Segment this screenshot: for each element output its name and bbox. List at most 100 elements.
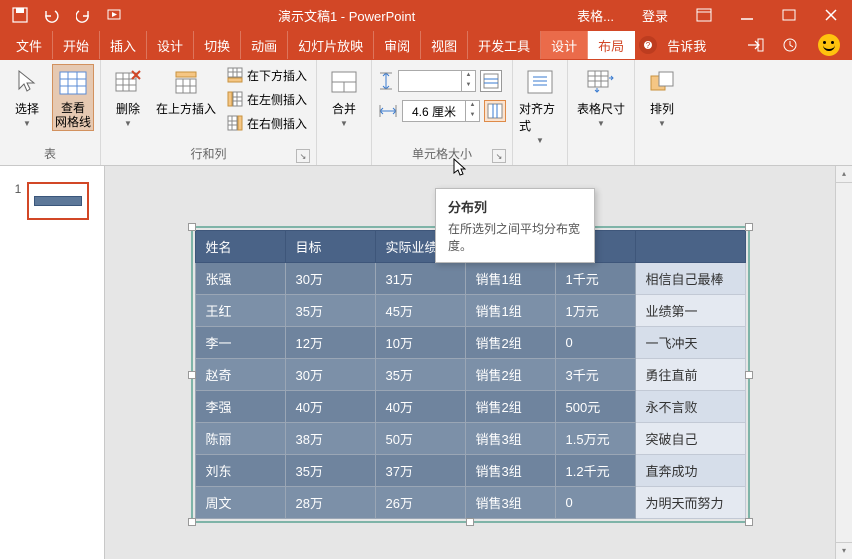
row-height-spinner[interactable]: ▲▼ [398,70,476,92]
table-cell[interactable]: 一飞冲天 [635,327,745,359]
table-row[interactable]: 陈丽38万50万销售3组1.5万元突破自己 [195,423,745,455]
table-row[interactable]: 张强30万31万销售1组1千元相信自己最棒 [195,263,745,295]
table-cell[interactable]: 40万 [285,391,375,423]
table-cell[interactable]: 王红 [195,295,285,327]
table-selection[interactable]: 姓名 目标 实际业绩 所属小组 张强30万31万销售1组1千元相信自己最棒王红3… [191,226,750,523]
login-button[interactable]: 登录 [628,0,682,30]
feedback-icon[interactable] [818,34,840,56]
table-cell[interactable]: 35万 [375,359,465,391]
distribute-columns-button[interactable] [484,100,506,122]
table-cell[interactable]: 张强 [195,263,285,295]
spinner-down[interactable]: ▼ [462,81,475,91]
table-row[interactable]: 赵奇30万35万销售2组3千元勇往直前 [195,359,745,391]
tab-view[interactable]: 视图 [421,31,468,59]
merge-button[interactable]: 合并 ▼ [323,64,365,128]
table-row[interactable]: 周文28万26万销售3组0为明天而努力 [195,487,745,519]
table-cell[interactable]: 12万 [285,327,375,359]
table-cell[interactable]: 勇往直前 [635,359,745,391]
insert-below-button[interactable]: 在下方插入 [223,64,310,86]
maximize-button[interactable] [768,0,810,30]
table-cell[interactable]: 赵奇 [195,359,285,391]
table-cell[interactable]: 相信自己最棒 [635,263,745,295]
cell-size-launcher[interactable]: ↘ [492,149,506,163]
start-from-beginning-button[interactable] [102,3,130,27]
select-button[interactable]: 选择 ▼ [6,64,48,128]
tab-animation[interactable]: 动画 [241,31,288,59]
table-cell[interactable]: 陈丽 [195,423,285,455]
vertical-scrollbar[interactable]: ▴ ▾ [835,166,852,559]
tab-developer[interactable]: 开发工具 [468,31,541,59]
table-cell[interactable]: 直奔成功 [635,455,745,487]
tab-transition[interactable]: 切换 [194,31,241,59]
table-cell[interactable]: 突破自己 [635,423,745,455]
insert-left-button[interactable]: 在左侧插入 [223,88,310,110]
table-cell[interactable]: 销售2组 [465,359,555,391]
ribbon-display-options[interactable] [682,0,726,30]
table-cell[interactable]: 35万 [285,295,375,327]
table-cell[interactable]: 销售3组 [465,487,555,519]
table-cell[interactable]: 1.2千元 [555,455,635,487]
tab-review[interactable]: 审阅 [374,31,421,59]
table-row[interactable]: 王红35万45万销售1组1万元业绩第一 [195,295,745,327]
table-cell[interactable]: 1.5万元 [555,423,635,455]
table-cell[interactable]: 500元 [555,391,635,423]
table-header[interactable]: 目标 [285,231,375,263]
view-gridlines-button[interactable]: 查看 网格线 [52,64,94,131]
table-cell[interactable]: 28万 [285,487,375,519]
table-cell[interactable]: 李强 [195,391,285,423]
table-cell[interactable]: 销售3组 [465,423,555,455]
table-cell[interactable]: 销售2组 [465,391,555,423]
slide-thumbnail[interactable]: 1 [15,182,90,220]
alignment-button[interactable]: 对齐方式 ▼ [519,64,561,145]
table-cell[interactable]: 销售1组 [465,263,555,295]
table-cell[interactable]: 30万 [285,359,375,391]
distribute-rows-button[interactable] [480,70,502,92]
table-row[interactable]: 刘东35万37万销售3组1.2千元直奔成功 [195,455,745,487]
tab-file[interactable]: 文件 [6,31,53,59]
close-button[interactable] [810,0,852,30]
table-cell[interactable]: 30万 [285,263,375,295]
table-row[interactable]: 李一12万10万销售2组0一飞冲天 [195,327,745,359]
table-row[interactable]: 李强40万40万销售2组500元永不言败 [195,391,745,423]
table-cell[interactable]: 周文 [195,487,285,519]
table-cell[interactable]: 业绩第一 [635,295,745,327]
table-header[interactable]: 姓名 [195,231,285,263]
delete-button[interactable]: 删除 ▼ [107,64,149,128]
table-cell[interactable]: 26万 [375,487,465,519]
col-width-spinner[interactable]: ▲▼ [402,100,480,122]
table-cell[interactable]: 35万 [285,455,375,487]
rows-cols-launcher[interactable]: ↘ [296,149,310,163]
arrange-button[interactable]: 排列 ▼ [641,64,683,128]
table-cell[interactable]: 37万 [375,455,465,487]
scroll-up-button[interactable]: ▴ [836,166,852,183]
table-cell[interactable]: 为明天而努力 [635,487,745,519]
tab-table-layout[interactable]: 布局 [588,31,635,59]
redo-button[interactable] [70,3,98,27]
tab-table-design[interactable]: 设计 [541,31,588,59]
table-cell[interactable]: 永不言败 [635,391,745,423]
share-icon[interactable] [746,37,772,53]
insert-above-button[interactable]: 在上方插入 [153,64,219,117]
table-cell[interactable]: 31万 [375,263,465,295]
table-cell[interactable]: 刘东 [195,455,285,487]
tell-me[interactable]: 告诉我 [657,31,716,59]
table-header[interactable] [635,231,745,263]
insert-right-button[interactable]: 在右侧插入 [223,112,310,134]
data-table[interactable]: 姓名 目标 实际业绩 所属小组 张强30万31万销售1组1千元相信自己最棒王红3… [195,230,746,519]
history-icon[interactable] [782,37,808,53]
tab-home[interactable]: 开始 [53,31,100,59]
table-cell[interactable]: 3千元 [555,359,635,391]
table-cell[interactable]: 0 [555,487,635,519]
table-cell[interactable]: 1万元 [555,295,635,327]
spinner-down[interactable]: ▼ [466,111,479,121]
tab-design[interactable]: 设计 [147,31,194,59]
table-cell[interactable]: 50万 [375,423,465,455]
table-cell[interactable]: 销售2组 [465,327,555,359]
table-cell[interactable]: 销售3组 [465,455,555,487]
table-cell[interactable]: 45万 [375,295,465,327]
table-cell[interactable]: 1千元 [555,263,635,295]
save-button[interactable] [6,3,34,27]
table-cell[interactable]: 销售1组 [465,295,555,327]
table-cell[interactable]: 38万 [285,423,375,455]
spinner-up[interactable]: ▲ [462,71,475,81]
